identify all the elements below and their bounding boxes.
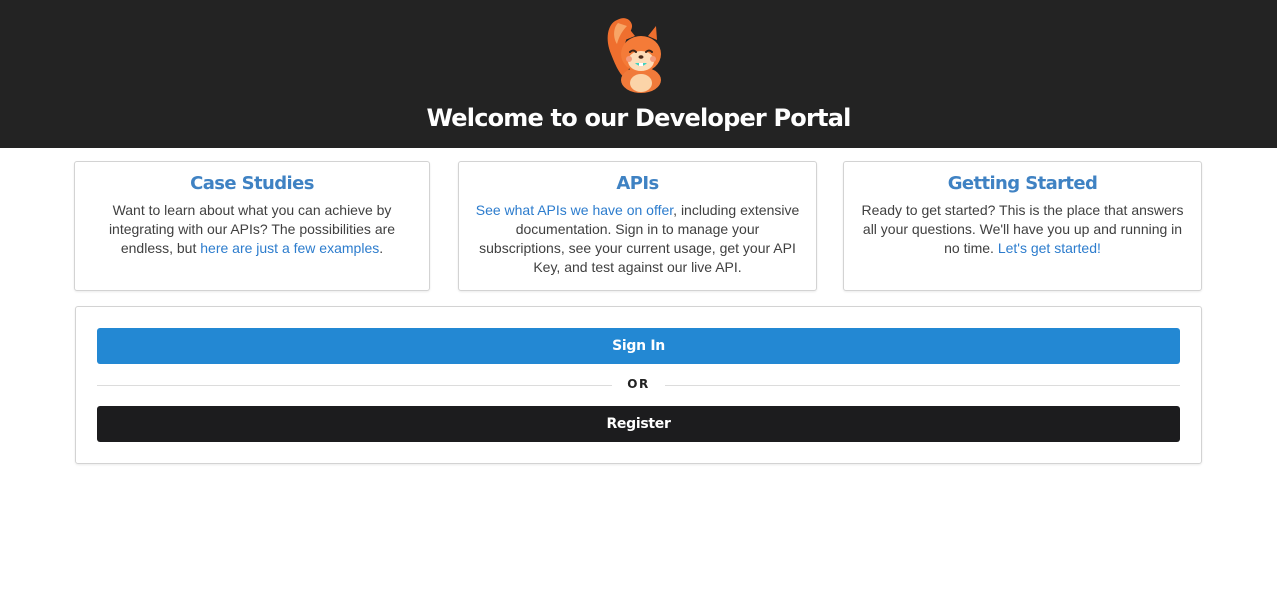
card-case-studies: Case Studies Want to learn about what yo…: [74, 161, 430, 291]
card-text: Ready to get started? This is the place …: [858, 201, 1188, 258]
header-banner: Welcome to our Developer Portal: [0, 0, 1277, 148]
page-title: Welcome to our Developer Portal: [426, 104, 851, 132]
divider-right: [665, 385, 1180, 386]
apis-offer-link[interactable]: See what APIs we have on offer: [476, 202, 673, 218]
register-button[interactable]: Register: [97, 406, 1180, 442]
card-text: Want to learn about what you can achieve…: [87, 201, 417, 258]
sign-in-button[interactable]: Sign In: [97, 328, 1180, 364]
divider-left: [97, 385, 612, 386]
or-separator: OR: [627, 377, 650, 391]
auth-panel: Sign In OR Register: [75, 306, 1202, 464]
card-text-after: .: [379, 240, 384, 256]
card-title: Getting Started: [947, 173, 1098, 194]
case-studies-examples-link[interactable]: here are just a few examples: [200, 240, 379, 256]
card-title: APIs: [616, 173, 659, 194]
card-apis: APIs See what APIs we have on offer, inc…: [458, 161, 817, 291]
card-title: Case Studies: [190, 173, 314, 194]
getting-started-link[interactable]: Let's get started!: [998, 240, 1101, 256]
card-text: See what APIs we have on offer, includin…: [473, 201, 803, 277]
card-getting-started: Getting Started Ready to get started? Th…: [843, 161, 1202, 291]
squirrel-mascot-icon: [607, 18, 661, 93]
